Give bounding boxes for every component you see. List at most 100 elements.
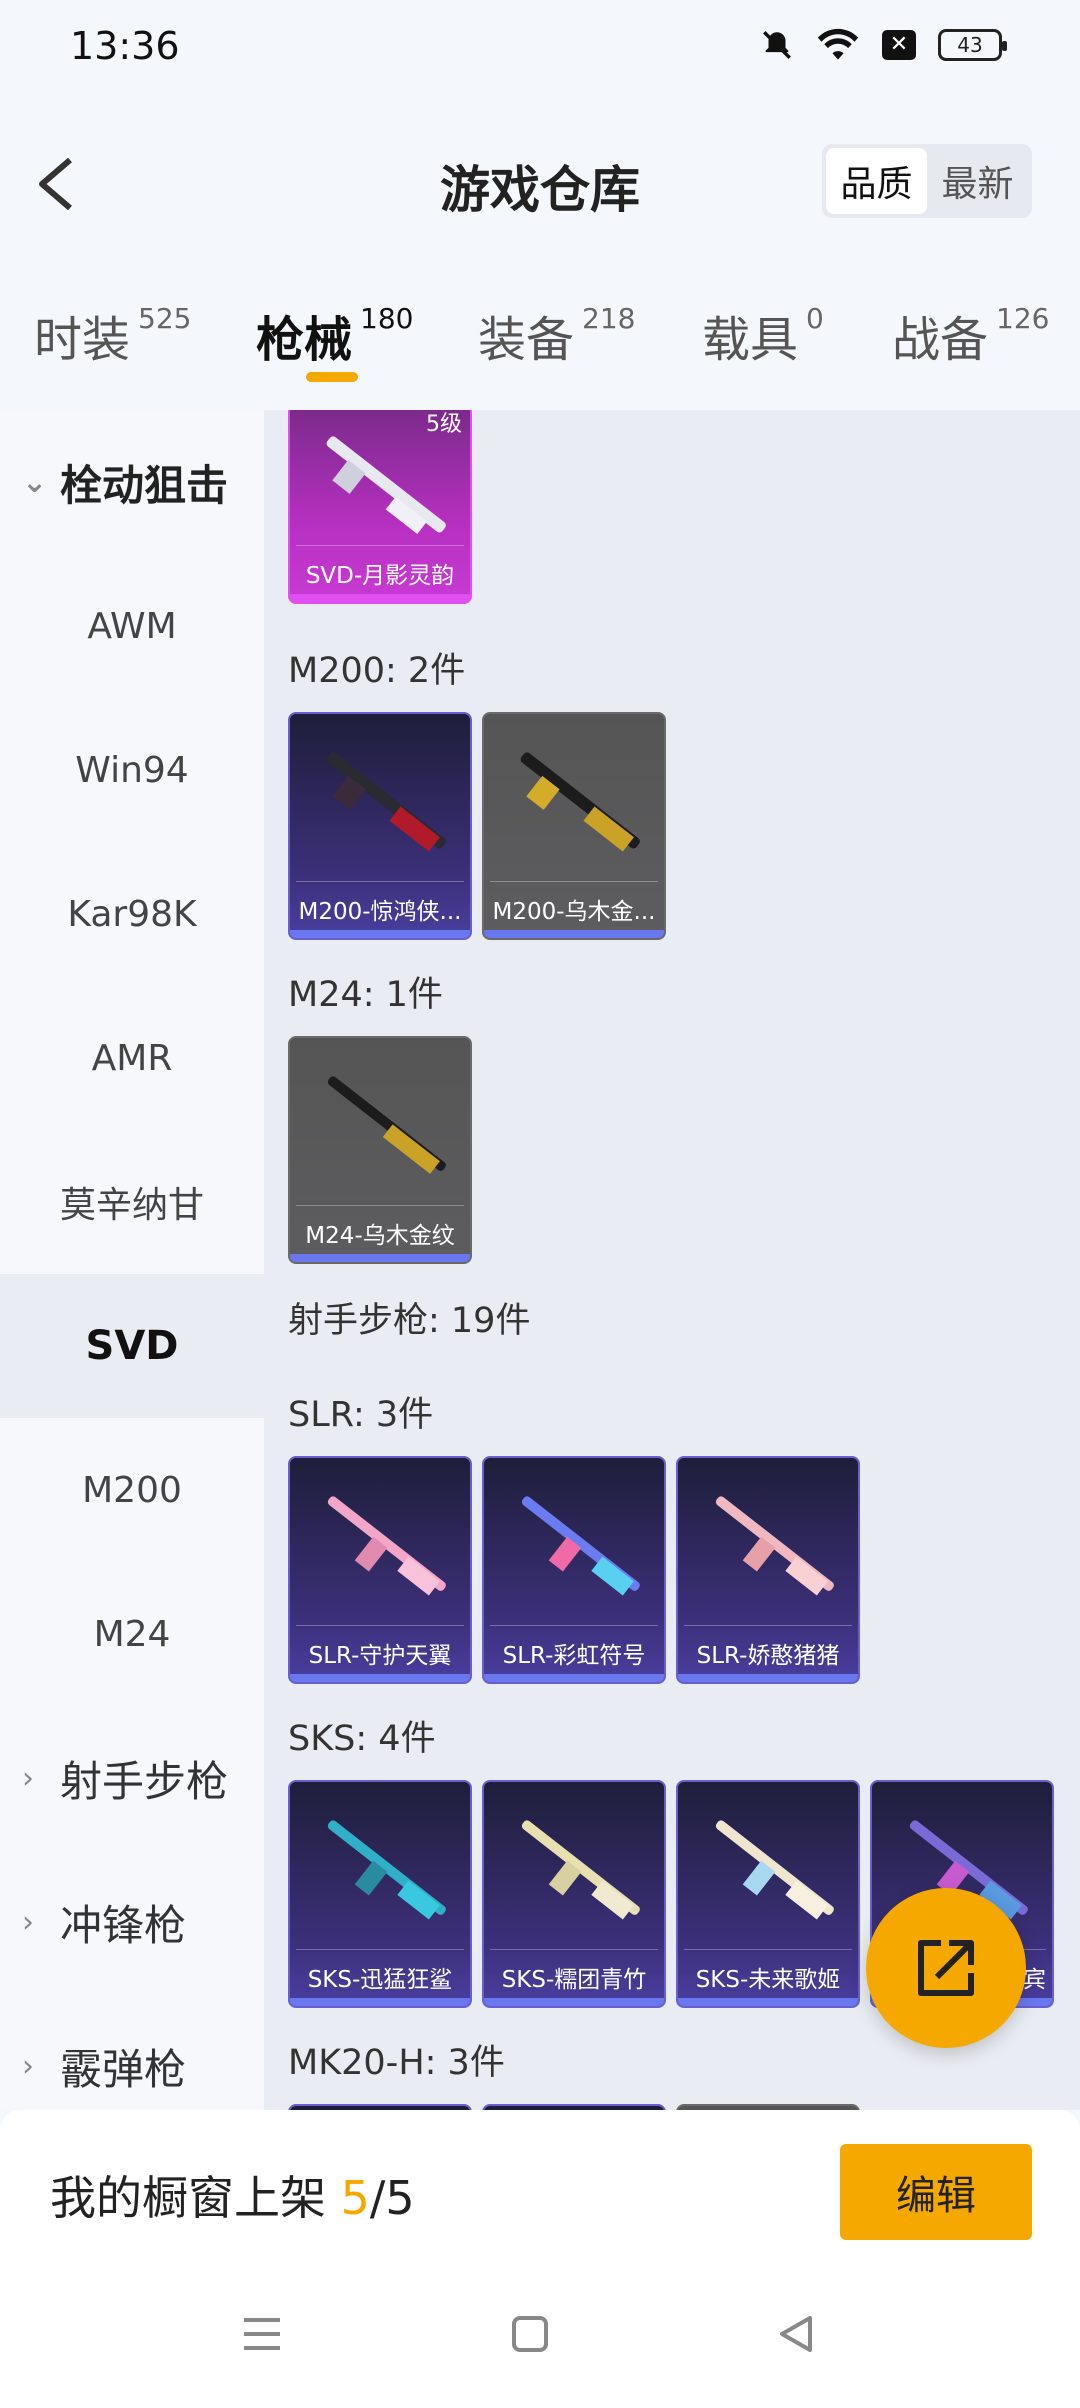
card-divider — [490, 881, 658, 882]
weapon-name: SLR-娇憨猪猪 — [696, 1643, 840, 1669]
weapon-category-sidebar: ⌄ 栓动狙击 AWM Win94 Kar98K AMR 莫辛纳甘 SVD M20… — [0, 410, 264, 2110]
share-button[interactable] — [866, 1888, 1026, 2048]
showcase-total: /5 — [369, 2171, 415, 2225]
weapon-card[interactable]: M200-乌木金... — [482, 712, 666, 940]
tab-label: 载具 — [702, 312, 799, 368]
sidebar-item-mosin-nagant[interactable]: 莫辛纳甘 — [0, 1130, 264, 1274]
header: 游戏仓库 品质 最新 — [0, 120, 1080, 240]
weapon-card[interactable]: SKS-糯团青竹 — [482, 1780, 666, 2008]
sidebar-item-awm[interactable]: AWM — [0, 554, 264, 698]
rifle-icon — [327, 1820, 446, 1920]
mute-bell-icon — [763, 31, 791, 59]
sidebar-group-smg[interactable]: › 冲锋枪 — [0, 1850, 264, 1994]
weapon-name: SKS-迅猛狂鲨 — [307, 1967, 453, 1993]
sidebar-item-label: 霰弹枪 — [60, 2044, 187, 2094]
weapon-name: SKS-未来歌姬 — [695, 1967, 841, 1993]
sidebar-item-m200[interactable]: M200 — [0, 1418, 264, 1562]
card-divider — [296, 881, 464, 882]
back-nav-icon[interactable] — [766, 2304, 826, 2364]
sidebar-item-svd[interactable]: SVD — [0, 1274, 264, 1418]
rarity-bar — [484, 1674, 664, 1682]
showcase-status: 我的橱窗上架 5/5 — [50, 2162, 415, 2228]
tab-count: 126 — [996, 302, 1050, 335]
status-icons: ✕ 43 — [760, 28, 1007, 62]
rifle-icon — [715, 1496, 834, 1596]
rarity-bar — [678, 1998, 858, 2006]
section-title-marksman-rifle: 射手步枪: 19件 — [288, 1301, 531, 1341]
weapon-name: SVD-月影灵韵 — [305, 563, 455, 589]
card-divider — [684, 1625, 852, 1626]
weapon-card[interactable]: SLR-守护天翼 — [288, 1456, 472, 1684]
weapon-name: SLR-彩虹符号 — [502, 1643, 646, 1669]
rarity-bar — [290, 1674, 470, 1682]
section-title-mk20h: MK20-H: 3件 — [288, 2043, 505, 2083]
rifle-icon — [521, 1496, 640, 1596]
sidebar-item-label: 冲锋枪 — [60, 1900, 187, 1950]
status-bar: 13:36 ✕ 43 — [0, 0, 1080, 96]
weapon-name: M24-乌木金纹 — [305, 1223, 455, 1249]
tab-count: 180 — [360, 302, 414, 335]
weapon-name: M200-惊鸿侠... — [298, 899, 462, 925]
weapon-name: M200-乌木金... — [492, 899, 656, 925]
weapon-name: SLR-守护天翼 — [308, 1643, 452, 1669]
tab-label: 枪械 — [256, 312, 353, 368]
chevron-right-icon: › — [22, 2048, 34, 2084]
home-icon[interactable] — [500, 2304, 560, 2364]
weapon-name: SKS-糯团青竹 — [501, 1967, 647, 1993]
sidebar-group-bolt-action-sniper[interactable]: ⌄ 栓动狙击 — [0, 410, 264, 554]
sidebar-item-label: 栓动狙击 — [60, 460, 229, 510]
sidebar-group-marksman-rifle[interactable]: › 射手步枪 — [0, 1706, 264, 1850]
tab-label: 时装 — [34, 312, 131, 368]
rifle-icon — [326, 436, 446, 535]
menu-icon[interactable] — [232, 2304, 292, 2364]
battery-icon: 43 — [938, 29, 1007, 61]
system-nav-bar — [0, 2260, 1080, 2408]
sidebar-item-win94[interactable]: Win94 — [0, 698, 264, 842]
status-time: 13:36 — [70, 24, 180, 68]
chevron-right-icon: › — [22, 1760, 34, 1796]
weapon-card[interactable]: SLR-娇憨猪猪 — [676, 1456, 860, 1684]
rarity-bar — [290, 1254, 470, 1262]
tab-vehicles[interactable]: 载具 0 — [702, 300, 824, 370]
card-divider — [296, 545, 464, 546]
card-divider — [490, 1949, 658, 1950]
sidebar-item-kar98k[interactable]: Kar98K — [0, 842, 264, 986]
weapon-card[interactable]: SKS-迅猛狂鲨 — [288, 1780, 472, 2008]
tab-count: 218 — [582, 302, 636, 335]
weapon-card[interactable]: SLR-彩虹符号 — [482, 1456, 666, 1684]
edit-button[interactable]: 编辑 — [840, 2144, 1032, 2240]
tab-supplies[interactable]: 战备 126 — [892, 300, 1049, 370]
sort-newest-button[interactable]: 最新 — [927, 148, 1028, 214]
tab-label: 战备 — [892, 312, 989, 368]
chevron-down-icon: ⌄ — [22, 464, 48, 500]
sidebar-item-m24[interactable]: M24 — [0, 1562, 264, 1706]
tab-firearms[interactable]: 枪械 180 — [256, 300, 414, 382]
rarity-bar — [290, 930, 470, 938]
rarity-bar — [484, 930, 664, 938]
card-divider — [490, 1625, 658, 1626]
share-icon — [918, 1940, 974, 1996]
tab-fashion[interactable]: 时装 525 — [34, 300, 191, 370]
tab-equipment[interactable]: 装备 218 — [478, 300, 635, 370]
weapon-card[interactable]: M200-惊鸿侠... — [288, 712, 472, 940]
sort-toggle: 品质 最新 — [822, 144, 1032, 218]
showcase-label: 我的橱窗上架 — [50, 2171, 341, 2225]
rifle-icon — [327, 1496, 446, 1596]
rarity-bar — [290, 594, 470, 602]
chevron-right-icon: › — [22, 1904, 34, 1940]
card-divider — [296, 1949, 464, 1950]
sort-quality-button[interactable]: 品质 — [826, 148, 927, 214]
weapon-card[interactable]: M24-乌木金纹 — [288, 1036, 472, 1264]
weapon-card[interactable]: SKS-未来歌姬 — [676, 1780, 860, 2008]
rifle-icon — [715, 1820, 834, 1920]
section-title-slr: SLR: 3件 — [288, 1395, 434, 1435]
section-title-m200: M200: 2件 — [288, 651, 466, 691]
rifle-icon — [327, 1076, 446, 1174]
showcase-bar: 我的橱窗上架 5/5 编辑 — [0, 2110, 1080, 2260]
rarity-bar — [290, 1998, 470, 2006]
rifle-icon — [326, 752, 446, 852]
sidebar-item-amr[interactable]: AMR — [0, 986, 264, 1130]
weapon-card[interactable]: 5级 SVD-月影灵韵 — [288, 410, 472, 604]
category-tabs: 时装 525 枪械 180 装备 218 载具 0 战备 126 — [0, 290, 1080, 410]
tab-count: 0 — [806, 302, 824, 335]
